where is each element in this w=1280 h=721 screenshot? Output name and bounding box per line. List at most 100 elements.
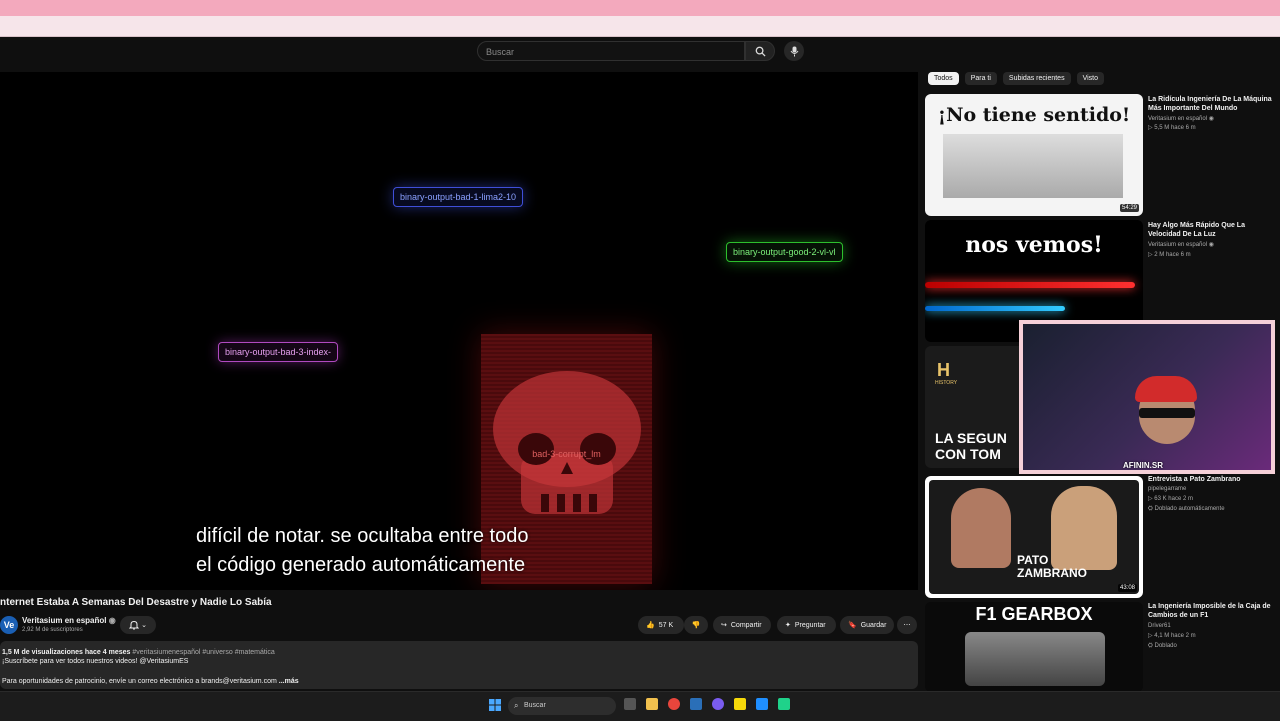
- channel-text[interactable]: Veritasium en español: [1148, 116, 1207, 122]
- tab-subidas-recientes[interactable]: Subidas recientes: [1002, 72, 1071, 85]
- tab-para-ti[interactable]: Para ti: [964, 72, 997, 85]
- recommendation-channel-2[interactable]: Veritasium en español ◉: [1148, 241, 1276, 250]
- show-more-link[interactable]: ...más: [279, 678, 299, 685]
- recommendation-thumbnail-5[interactable]: F1 GEARBOX: [925, 602, 1143, 692]
- hashtags[interactable]: #veritasiumenespañol #universo #matemáti…: [132, 649, 274, 656]
- thumbnail-text: PATO ZAMBRANO: [1017, 553, 1087, 580]
- dislike-button[interactable]: 👎: [684, 616, 708, 634]
- history-logo: H: [937, 360, 950, 380]
- discord-icon[interactable]: [712, 698, 724, 710]
- steam-icon[interactable]: [690, 698, 702, 710]
- subscribe-bell-button[interactable]: ⌄: [120, 616, 156, 634]
- chrome-icon[interactable]: [668, 698, 680, 710]
- video-duration: 43:08: [1117, 584, 1137, 592]
- app-icon-blue[interactable]: [756, 698, 768, 710]
- taskbar-search[interactable]: Buscar: [508, 697, 616, 715]
- search-input[interactable]: Buscar: [477, 41, 745, 61]
- webcam-feed: AFININ.SR: [1023, 324, 1271, 470]
- share-icon: ↪: [721, 622, 727, 629]
- verified-icon: ◉: [1208, 242, 1214, 248]
- video-chip-green: binary-output-good-2-vl-vl: [726, 242, 843, 262]
- subscriber-count: 2,92 M de suscriptores: [22, 627, 83, 633]
- webcam-overlay: AFININ.SR: [1019, 320, 1275, 474]
- description-line-2: ¡Suscríbete para ver todos nuestros vide…: [2, 658, 189, 665]
- channel-text[interactable]: Veritasium en español: [1148, 242, 1207, 248]
- recommendation-thumbnail-1[interactable]: ¡No tiene sentido! 54:29: [925, 94, 1143, 216]
- search-icon: [755, 46, 766, 57]
- recommendation-title-4[interactable]: Entrevista a Pato Zambrano: [1148, 475, 1276, 484]
- video-chip-blue: binary-output-bad-1-lima2-10: [393, 187, 524, 207]
- taskbar: Buscar ⌕: [0, 691, 1280, 721]
- search-button[interactable]: [745, 41, 775, 61]
- video-player[interactable]: binary-output-bad-1-lima2-10 binary-outp…: [0, 72, 918, 590]
- thumbnail-image: [943, 134, 1123, 198]
- bell-icon: [129, 620, 140, 630]
- app-icon-green[interactable]: [778, 698, 790, 710]
- recommendation-title-2[interactable]: Hay Algo Más Rápido Que La Velocidad De …: [1148, 221, 1276, 239]
- thumbs-down-icon: 👎: [691, 622, 701, 629]
- thumbnail-text: ¡No tiene sentido!: [937, 104, 1131, 126]
- search-icon: ⌕: [514, 701, 519, 710]
- thumbnail-image: [965, 632, 1105, 686]
- save-label: Guardar: [860, 621, 887, 629]
- like-count: 57 K: [658, 621, 674, 629]
- file-explorer-icon[interactable]: [646, 698, 658, 710]
- notes-icon[interactable]: [734, 698, 746, 710]
- sponsor-text: Para oportunidades de patrocinio, envíe …: [2, 678, 277, 685]
- sidebar-tabs: Todos Para ti Subidas recientes Visto: [928, 72, 1105, 85]
- history-label: HISTORY: [935, 380, 958, 386]
- thumbnail-text: nos vemos!: [965, 232, 1103, 258]
- chevron-down-icon: ⌄: [141, 622, 147, 629]
- channel-name-text[interactable]: Veritasium en español: [22, 616, 106, 625]
- sparkle-icon: ✦: [785, 622, 791, 629]
- recommendation-channel-1[interactable]: Veritasium en español ◉: [1148, 115, 1276, 124]
- recommendation-meta-1: ▷ 5,5 M hace 6 m: [1148, 125, 1196, 131]
- like-button[interactable]: 👍 57 K: [638, 616, 684, 634]
- recommendation-thumbnail-4[interactable]: PATO ZAMBRANO 43:08: [925, 476, 1143, 598]
- tab-todos[interactable]: Todos: [928, 72, 959, 85]
- verified-icon: ◉: [1208, 116, 1214, 122]
- view-stats: 1,5 M de visualizaciones hace 4 meses: [2, 649, 131, 656]
- tab-visto[interactable]: Visto: [1076, 72, 1105, 85]
- streamer-cap: [1135, 376, 1197, 402]
- bookmark-icon: 🔖: [848, 622, 857, 629]
- video-duration: 54:29: [1119, 204, 1139, 212]
- save-button[interactable]: 🔖 Guardar: [840, 616, 894, 634]
- skull-label: bad-3-corrupt_lm: [532, 449, 601, 459]
- windows-start-icon[interactable]: [489, 699, 501, 711]
- share-button[interactable]: ↪ Compartir: [713, 616, 771, 634]
- recommendation-title-1[interactable]: La Ridícula Ingeniería De La Máquina Más…: [1148, 95, 1276, 113]
- thumbnail-text: F1 GEARBOX: [975, 604, 1093, 624]
- recommendation-meta-4: ▷ 63 K hace 2 m: [1148, 496, 1193, 502]
- thumbnail-beam-red: [925, 282, 1135, 288]
- recommendation-badge-4: ⛭ Doblado automáticamente: [1148, 505, 1276, 514]
- ask-label: Preguntar: [794, 621, 826, 629]
- browser-tab-strip: [0, 16, 1280, 37]
- badge-text: Doblado automáticamente: [1154, 506, 1225, 512]
- thumbnail-image: PATO ZAMBRANO: [929, 480, 1139, 594]
- dubbed-icon: ⛭: [1148, 506, 1153, 512]
- browser-top-strip: [0, 0, 1280, 16]
- verified-icon: ◉: [108, 616, 116, 625]
- streamer-glasses: [1139, 408, 1195, 418]
- person-left: [951, 488, 1011, 568]
- recommendation-title-5[interactable]: La Ingeniería Imposible de la Caja de Ca…: [1148, 602, 1276, 620]
- ask-button[interactable]: ✦ Preguntar: [777, 616, 836, 634]
- streamer-name: AFININ.SR: [1123, 461, 1163, 470]
- thumbnail-beam-blue: [925, 306, 1065, 311]
- more-actions-button[interactable]: ⋯: [897, 616, 917, 634]
- recommendation-badge-5: ⛭ Doblado: [1148, 642, 1276, 651]
- recommendation-channel-4[interactable]: pipelegarrame: [1148, 485, 1276, 494]
- badge-text: Doblado: [1154, 643, 1177, 649]
- task-view-icon[interactable]: [624, 698, 636, 710]
- channel-avatar[interactable]: Ve: [0, 616, 18, 634]
- description-box[interactable]: 1,5 M de visualizaciones hace 4 meses #v…: [0, 641, 918, 689]
- recommendation-meta-2: ▷ 2 M hace 6 m: [1148, 252, 1191, 258]
- recommendation-channel-5[interactable]: Driver61: [1148, 622, 1276, 631]
- description-line-3: Para oportunidades de patrocinio, envíe …: [2, 678, 299, 685]
- mic-icon: [790, 46, 798, 56]
- voice-search-button[interactable]: [784, 41, 804, 61]
- dubbed-icon: ⛭: [1148, 643, 1153, 649]
- thumbs-up-icon: 👍: [646, 622, 655, 629]
- channel-name[interactable]: Veritasium en español ◉: [22, 616, 116, 625]
